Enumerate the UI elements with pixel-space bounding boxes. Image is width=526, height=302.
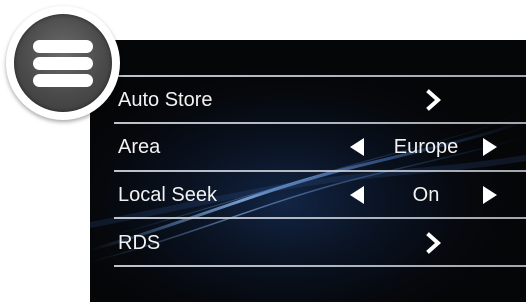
row-label: Local Seek	[118, 184, 217, 206]
hamburger-menu-icon[interactable]	[14, 14, 112, 112]
chevron-right-icon[interactable]	[423, 89, 445, 111]
screen: Auto Store Area Europe Local Seek On RDS	[0, 0, 526, 302]
area-value: Europe	[393, 136, 459, 158]
arrow-right-icon[interactable]	[481, 137, 499, 157]
row-rds[interactable]: RDS	[90, 220, 526, 266]
arrow-right-icon[interactable]	[481, 185, 499, 205]
menu-bar	[33, 74, 93, 87]
row-label: RDS	[118, 232, 161, 254]
arrow-left-icon[interactable]	[348, 185, 366, 205]
row-local-seek: Local Seek On	[90, 172, 526, 218]
arrow-left-icon[interactable]	[348, 137, 366, 157]
chevron-right-icon[interactable]	[423, 232, 445, 254]
menu-bar	[33, 57, 93, 70]
row-label: Area	[118, 136, 161, 158]
settings-panel: Auto Store Area Europe Local Seek On RDS	[90, 40, 526, 302]
menu-button[interactable]	[6, 6, 120, 120]
row-area: Area Europe	[90, 124, 526, 170]
menu-bar	[33, 40, 93, 53]
local-seek-value: On	[412, 184, 440, 206]
row-label: Auto Store	[118, 89, 213, 111]
row-auto-store[interactable]: Auto Store	[90, 77, 526, 123]
